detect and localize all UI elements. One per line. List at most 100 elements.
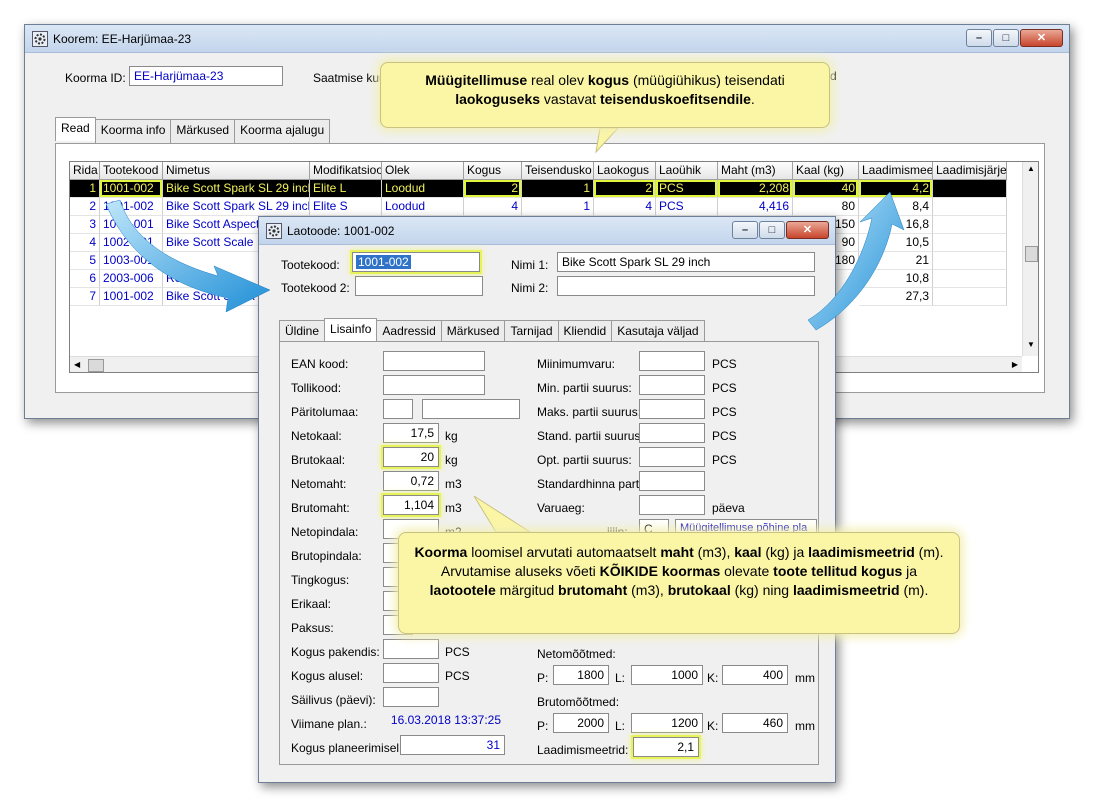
maximize-button[interactable]: □ — [759, 221, 785, 239]
kogus-pakendis-label: Kogus pakendis: — [291, 645, 380, 659]
cell-kogus: 4 — [464, 198, 522, 216]
brutokaal-field[interactable]: 20 — [383, 447, 439, 467]
bruto-l-field[interactable]: 1200 — [631, 713, 703, 733]
netomaht-label: Netomaht: — [291, 477, 347, 491]
col-laouhik[interactable]: Laoühik — [656, 162, 718, 180]
maks-partii-field[interactable] — [639, 399, 705, 419]
col-laokogus[interactable]: Laokogus — [594, 162, 656, 180]
tootekood-field[interactable]: 1001-002 — [352, 252, 480, 272]
tab-read[interactable]: Read — [55, 117, 96, 141]
kogus-alusel-unit: PCS — [445, 669, 470, 683]
tab-markused[interactable]: Märkused — [170, 119, 236, 143]
maximize-button[interactable]: □ — [993, 29, 1019, 47]
laotoode-title: Laotoode: 1001-002 — [287, 224, 395, 238]
koorem-titlebar[interactable]: Koorem: EE-Harjümaa-23 – □ ✕ — [25, 25, 1069, 53]
tootekood2-field[interactable] — [355, 276, 483, 296]
koorma-id-field[interactable]: EE-Harjümaa-23 — [129, 66, 283, 86]
ean-field[interactable] — [383, 351, 485, 371]
scroll-down-icon[interactable]: ▼ — [1027, 340, 1035, 349]
cell-rida: 1 — [70, 180, 100, 198]
scroll-up-icon[interactable]: ▲ — [1027, 164, 1035, 173]
cell-jarjekord — [933, 198, 1007, 216]
cell-rida: 3 — [70, 216, 100, 234]
bruto-mm-unit: mm — [795, 719, 815, 733]
minimize-button[interactable]: – — [732, 221, 758, 239]
standardhinna-partii-field[interactable] — [639, 471, 705, 491]
close-button[interactable]: ✕ — [1020, 29, 1063, 47]
opt-partii-field[interactable] — [639, 447, 705, 467]
cell-tootekood: 1002-001 — [100, 234, 163, 252]
laotoode-titlebar[interactable]: Laotoode: 1001-002 – □ ✕ — [259, 217, 835, 245]
miinimumvaru-field[interactable] — [639, 351, 705, 371]
bruto-p-field[interactable]: 2000 — [553, 713, 609, 733]
tollikood-field[interactable] — [383, 375, 485, 395]
cell-laadimismeetrid: 21 — [859, 252, 933, 270]
viimane-plan-field: 16.03.2018 13:37:25 — [383, 711, 505, 731]
col-kaal[interactable]: Kaal (kg) — [793, 162, 859, 180]
tootekood-label: Tootekood: — [281, 258, 340, 272]
scroll-thumb[interactable] — [1025, 246, 1038, 262]
varuaeg-field[interactable] — [639, 495, 705, 515]
cell-rida: 7 — [70, 288, 100, 306]
hscroll-thumb[interactable] — [88, 359, 104, 372]
tab-koorma-ajalugu[interactable]: Koorma ajalugu — [234, 119, 331, 143]
nimi1-field[interactable]: Bike Scott Spark SL 29 inch — [557, 252, 815, 272]
bruto-k-field[interactable]: 460 — [722, 713, 788, 733]
cell-tootekood: 1004-001 — [100, 216, 163, 234]
col-olek[interactable]: Olek — [382, 162, 464, 180]
stand-partii-field[interactable] — [639, 423, 705, 443]
col-nimetus[interactable]: Nimetus — [163, 162, 310, 180]
tab-lisainfo[interactable]: Lisainfo — [324, 318, 378, 342]
paritolumaa-code-field[interactable] — [383, 399, 413, 419]
stand-partii-label: Stand. partii suurus: — [537, 429, 644, 443]
laadimismeetrid-field[interactable]: 2,1 — [633, 737, 699, 757]
col-modifikatsioon[interactable]: Modifikatsioo — [310, 162, 382, 180]
nimi2-field[interactable] — [557, 276, 815, 296]
brutokaal-unit: kg — [445, 453, 458, 467]
kogus-alusel-field[interactable] — [383, 663, 439, 683]
cell-tootekood: 2003-006 — [100, 270, 163, 288]
neto-k-field[interactable]: 400 — [722, 665, 788, 685]
scroll-right-icon[interactable]: ▶ — [1012, 360, 1018, 369]
kogus-alusel-label: Kogus alusel: — [291, 669, 364, 683]
neto-l-field[interactable]: 1000 — [631, 665, 703, 685]
min-partii-field[interactable] — [639, 375, 705, 395]
netomaht-field[interactable]: 0,72 — [383, 471, 439, 491]
cell-rida: 4 — [70, 234, 100, 252]
scroll-left-icon[interactable]: ◀ — [74, 360, 80, 369]
tab-koorma-info[interactable]: Koorma info — [94, 119, 172, 143]
minimize-button[interactable]: – — [966, 29, 992, 47]
koorma-id-label: Koorma ID: — [65, 71, 126, 85]
bruto-p-label: P: — [537, 719, 549, 733]
col-laadimisjarjekord[interactable]: Laadimisjärjel — [933, 162, 1007, 180]
close-button[interactable]: ✕ — [786, 221, 829, 239]
brutokaal-label: Brutokaal: — [291, 453, 346, 467]
col-maht[interactable]: Maht (m3) — [718, 162, 793, 180]
ean-label: EAN kood: — [291, 357, 349, 371]
paritolumaa-name-field[interactable] — [422, 399, 520, 419]
viimane-plan-label: Viimane plan.: — [291, 717, 367, 731]
cell-laadimismeetrid: 27,3 — [859, 288, 933, 306]
col-tootekood[interactable]: Tootekood — [100, 162, 163, 180]
col-teisendusko[interactable]: Teisendusko — [522, 162, 594, 180]
col-rida[interactable]: Rida — [70, 162, 100, 180]
miinimumvaru-unit: PCS — [712, 357, 737, 371]
neto-p-field[interactable]: 1800 — [553, 665, 609, 685]
grid-vscrollbar[interactable]: ▲ ▼ — [1022, 162, 1038, 356]
varuaeg-unit: päeva — [712, 501, 745, 515]
cell-rida: 6 — [70, 270, 100, 288]
cell-laokogus: 2 — [594, 180, 656, 198]
app-gear-icon — [266, 223, 282, 239]
brutomaht-field[interactable]: 1,104 — [383, 495, 439, 515]
close-icon: ✕ — [802, 224, 813, 236]
sailivus-field[interactable] — [383, 687, 439, 707]
kogus-pakendis-field[interactable] — [383, 639, 439, 659]
cell-kaal: 80 — [793, 198, 859, 216]
cell-jarjekord — [933, 288, 1007, 306]
cell-rida: 2 — [70, 198, 100, 216]
cell-jarjekord — [933, 270, 1007, 288]
col-laadimismeetrid[interactable]: Laadimismee — [859, 162, 933, 180]
col-kogus[interactable]: Kogus — [464, 162, 522, 180]
minimize-icon: – — [741, 224, 749, 236]
netokaal-field[interactable]: 17,5 — [383, 423, 439, 443]
